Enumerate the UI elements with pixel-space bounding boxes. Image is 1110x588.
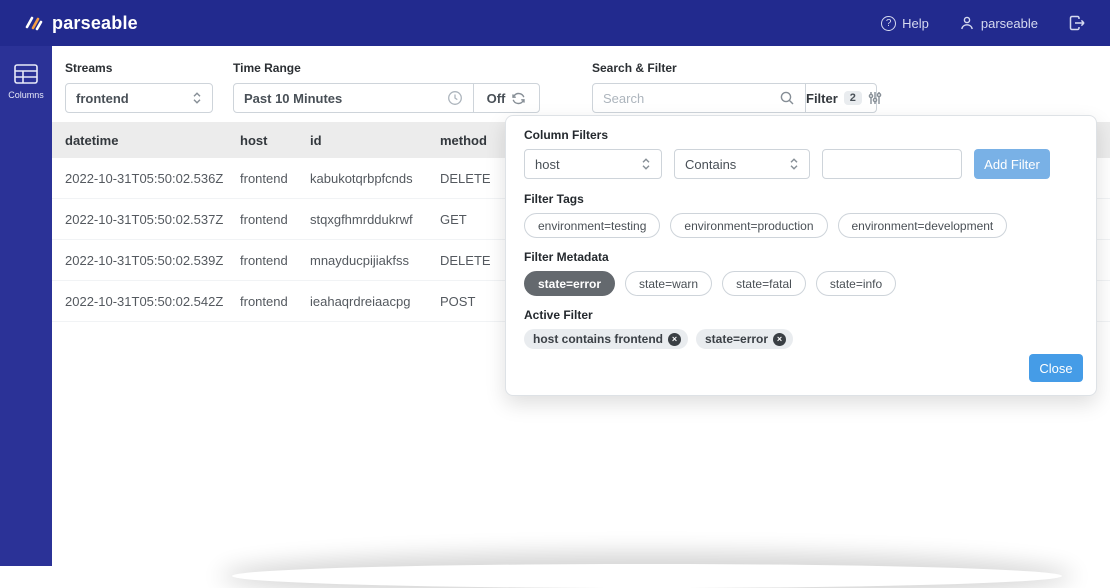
filter-tag-chip[interactable]: environment=testing [524,213,660,238]
filter-field-value: host [535,157,560,172]
filter-tags-label: Filter Tags [524,192,1078,206]
sidebar-item-columns[interactable]: Columns [0,46,52,100]
filter-metadata-label: Filter Metadata [524,250,1078,264]
active-filter-chip: state=error × [696,329,793,349]
filter-tag-chip[interactable]: environment=production [670,213,827,238]
column-header-host: host [240,133,310,148]
filter-button[interactable]: Filter 2 [805,84,882,112]
logout-button[interactable] [1068,14,1086,32]
filter-button-label: Filter [806,91,838,106]
active-filter-text: host contains frontend [533,332,663,346]
search-filter-control: Filter 2 [592,83,877,113]
cell-id: stqxgfhmrddukrwf [310,212,440,227]
filter-tag-chip[interactable]: environment=development [838,213,1008,238]
filter-field-select[interactable]: host [524,149,662,179]
time-range-group: Time Range Past 10 Minutes Off [233,61,540,113]
streams-group: Streams frontend [65,61,213,113]
clock-icon [447,90,463,106]
metadata-chip[interactable]: state=warn [625,271,712,296]
search-filter-group: Search & Filter Filter 2 [592,61,877,113]
cell-datetime: 2022-10-31T05:50:02.537Z [65,212,240,227]
column-header-datetime: datetime [65,133,240,148]
remove-filter-icon[interactable]: × [773,333,786,346]
streams-label: Streams [65,61,213,75]
active-filter-chip: host contains frontend × [524,329,688,349]
cell-id: mnayducpijiakfss [310,253,440,268]
filter-value-field[interactable] [822,149,962,179]
logout-icon [1068,14,1086,32]
refresh-state: Off [487,91,506,106]
chevron-updown-icon [641,157,651,171]
add-filter-button[interactable]: Add Filter [974,149,1050,179]
search-field[interactable] [593,84,805,112]
search-icon [779,90,795,106]
left-sidebar: Columns [0,46,52,566]
metadata-chip-selected[interactable]: state=error [524,271,615,296]
cell-host: frontend [240,212,310,227]
filter-count-badge: 2 [844,91,862,105]
user-label: parseable [981,16,1038,31]
columns-icon [13,63,39,85]
search-filter-label: Search & Filter [592,61,877,75]
user-menu[interactable]: parseable [959,15,1038,31]
cell-datetime: 2022-10-31T05:50:02.539Z [65,253,240,268]
help-icon: ? [881,16,896,31]
sidebar-item-label: Columns [8,90,44,100]
metadata-chip[interactable]: state=fatal [722,271,806,296]
cell-datetime: 2022-10-31T05:50:02.536Z [65,171,240,186]
cell-id: kabukotqrbpfcnds [310,171,440,186]
active-filter-text: state=error [705,332,768,346]
filter-popover: Column Filters host Contains Add Filter … [505,115,1097,396]
filter-operator-value: Contains [685,157,736,172]
column-filters-label: Column Filters [524,128,1078,142]
time-range-value: Past 10 Minutes [244,91,342,106]
time-range-label: Time Range [233,61,540,75]
parseable-logo[interactable]: parseable [24,13,138,34]
time-range-select[interactable]: Past 10 Minutes [234,84,473,112]
chevron-updown-icon [192,91,202,105]
close-button[interactable]: Close [1029,354,1083,382]
top-navbar: parseable ? Help parseable [0,0,1110,46]
user-icon [959,15,975,31]
help-button[interactable]: ? Help [881,16,929,31]
search-input[interactable] [603,91,779,106]
auto-refresh-toggle[interactable]: Off [473,84,539,112]
filter-value-input[interactable] [833,157,951,172]
cell-datetime: 2022-10-31T05:50:02.542Z [65,294,240,309]
time-range-control: Past 10 Minutes Off [233,83,540,113]
cell-id: ieahaqrdreiaacpg [310,294,440,309]
cell-host: frontend [240,171,310,186]
parseable-logo-icon [24,13,44,33]
chevron-updown-icon [789,157,799,171]
cell-host: frontend [240,294,310,309]
refresh-icon [511,91,526,106]
active-filter-label: Active Filter [524,308,1078,322]
column-header-id: id [310,133,440,148]
metadata-chip[interactable]: state=info [816,271,896,296]
cell-host: frontend [240,253,310,268]
help-label: Help [902,16,929,31]
brand-name: parseable [52,13,138,34]
streams-value: frontend [76,91,129,106]
remove-filter-icon[interactable]: × [668,333,681,346]
content-bottom-shadow [232,564,1062,588]
sliders-icon [868,91,882,105]
filter-operator-select[interactable]: Contains [674,149,810,179]
streams-select[interactable]: frontend [65,83,213,113]
